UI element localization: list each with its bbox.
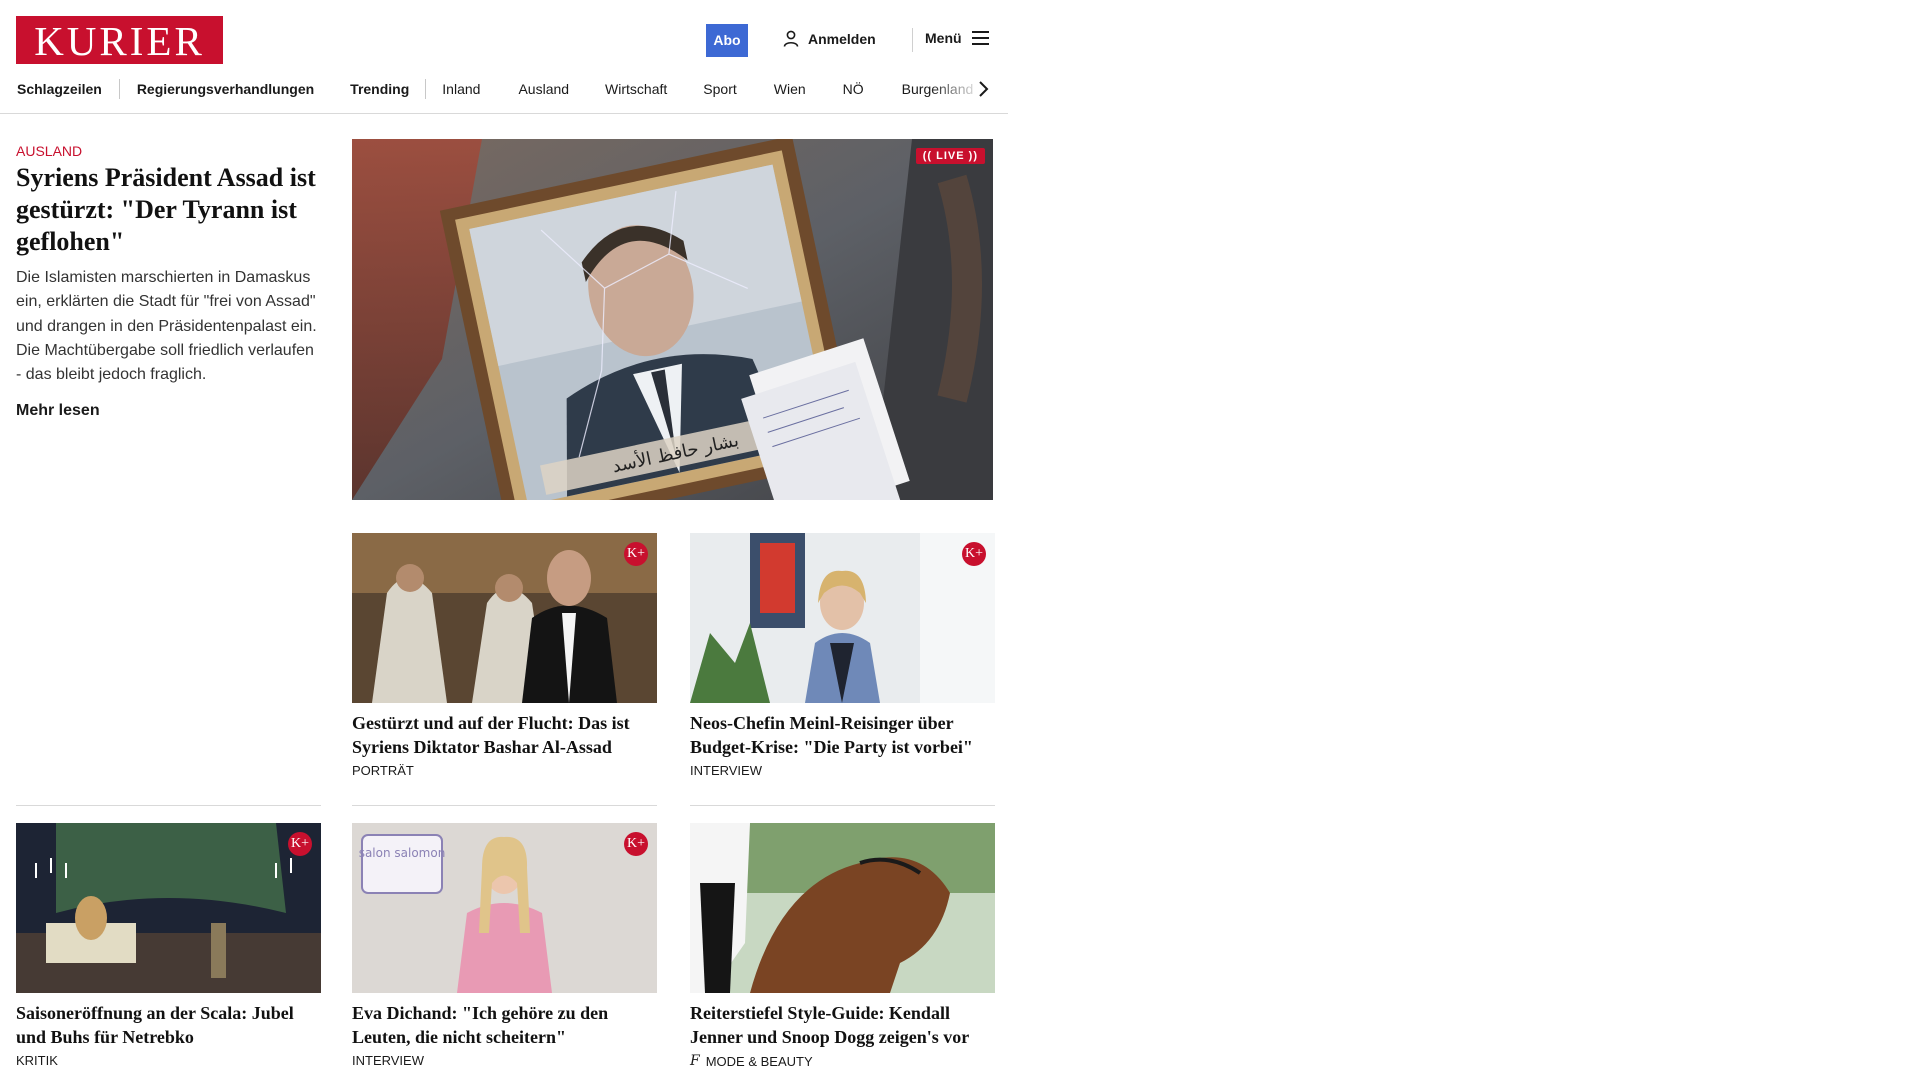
article-label-text: KRITIK [16,1053,58,1068]
article-card[interactable]: K+ Neos-Chefin Meinl-Reisinger über Budg… [690,533,995,778]
article-card[interactable]: salon salomon K+ Eva Dichand: "Ich gehör… [352,823,657,1068]
horse-riding-image [690,823,995,993]
article-card[interactable]: K+ Saisoneröffnung an der Scala: Ju­bel … [16,823,321,1068]
assad-salute-image [352,533,657,703]
salon-badge: salon salomon [359,846,446,860]
article-label: INTERVIEW [352,1053,657,1068]
article-image[interactable]: K+ [16,823,321,993]
article-title[interactable]: Saisoneröffnung an der Scala: Ju­bel und… [16,1001,321,1049]
nav-item-regierungsverhandlungen[interactable]: Regierungsverhandlungen [137,81,314,97]
article-card[interactable]: K+ Gestürzt und auf der Flucht: Das ist … [352,533,657,778]
abo-button[interactable]: Abo [706,24,748,57]
eva-dichand-image: salon salomon [352,823,657,993]
article-title[interactable]: Gestürzt und auf der Flucht: Das ist Syr… [352,711,657,759]
kplus-badge: K+ [624,542,648,566]
divider [16,805,321,806]
login-label: Anmelden [808,30,876,47]
article-card[interactable]: Reiterstiefel Style-Guide: Kendall Jenne… [690,823,995,1069]
meinl-reisinger-image [690,533,995,703]
user-icon [783,30,799,47]
lead-headline[interactable]: Syriens Präsident Assad ist gestürzt: "D… [16,162,316,258]
article-label: f MODE & BEAUTY [690,1053,995,1069]
nav-divider [425,79,427,99]
kplus-label: K+ [626,546,645,561]
nav-divider [118,79,120,99]
article-title[interactable]: Eva Dichand: "Ich gehöre zu den Leuten, … [352,1001,657,1049]
article-image[interactable]: salon salomon K+ [352,823,657,993]
menu-label: Menü [925,30,962,46]
chevron-right-icon[interactable] [974,80,992,98]
article-label-text: INTERVIEW [690,763,762,778]
hamburger-icon [971,31,989,45]
live-badge: (( LIVE )) [915,148,985,164]
login-link[interactable]: Anmelden [783,30,876,47]
nav-item-sport[interactable]: Sport [703,81,736,97]
article-label: PORTRÄT [352,763,657,778]
assad-portrait-image: بشار حافظ الأسد [352,139,993,500]
article-label: INTERVIEW [690,763,995,778]
section-nav: Schlagzeilen Regierungsverhandlungen Tre… [0,74,1008,104]
nav-item-wirtschaft[interactable]: Wirtschaft [605,81,667,97]
kplus-label: K+ [964,546,983,561]
kplus-badge: K+ [624,832,648,856]
live-label: LIVE [936,150,965,162]
menu-button[interactable]: Menü [925,30,989,46]
nav-item-ausland[interactable]: Ausland [518,81,569,97]
kplus-badge: K+ [962,542,986,566]
lead-image[interactable]: بشار حافظ الأسد (( LIVE )) [352,139,993,500]
nav-item-noe[interactable]: NÖ [843,81,864,97]
fashion-icon: f [690,1053,700,1069]
article-title[interactable]: Neos-Chefin Meinl-Reisinger über Budget-… [690,711,995,759]
divider [912,28,913,52]
kplus-label: K+ [626,836,645,851]
read-more-link[interactable]: Mehr lesen [16,402,100,420]
nav-item-inland[interactable]: Inland [442,81,480,97]
article-label: KRITIK [16,1053,321,1068]
lead-kicker[interactable]: AUSLAND [16,143,82,159]
nav-item-schlagzeilen[interactable]: Schlagzeilen [17,81,102,97]
nav-item-trending[interactable]: Trending [350,81,409,97]
divider [690,805,995,806]
kplus-label: K+ [290,836,309,851]
nav-item-wien[interactable]: Wien [774,81,806,97]
lead-teaser: Die Islamisten marschierten in Damaskus … [16,269,317,384]
divider [352,805,657,806]
kplus-badge: K+ [288,832,312,856]
article-label-text: INTERVIEW [352,1053,424,1068]
article-image[interactable]: K+ [690,533,995,703]
article-image[interactable] [690,823,995,993]
site-header: KURIER Abo Anmelden Menü Schlagzeilen Re… [0,0,1008,114]
scala-stage-image [16,823,321,993]
kurier-logo[interactable]: KURIER [16,16,223,64]
article-image[interactable]: K+ [352,533,657,703]
article-label-text: MODE & BEAUTY [705,1053,813,1069]
article-title[interactable]: Reiterstiefel Style-Guide: Kendall Jenne… [690,1001,995,1049]
article-label-text: PORTRÄT [352,763,414,778]
